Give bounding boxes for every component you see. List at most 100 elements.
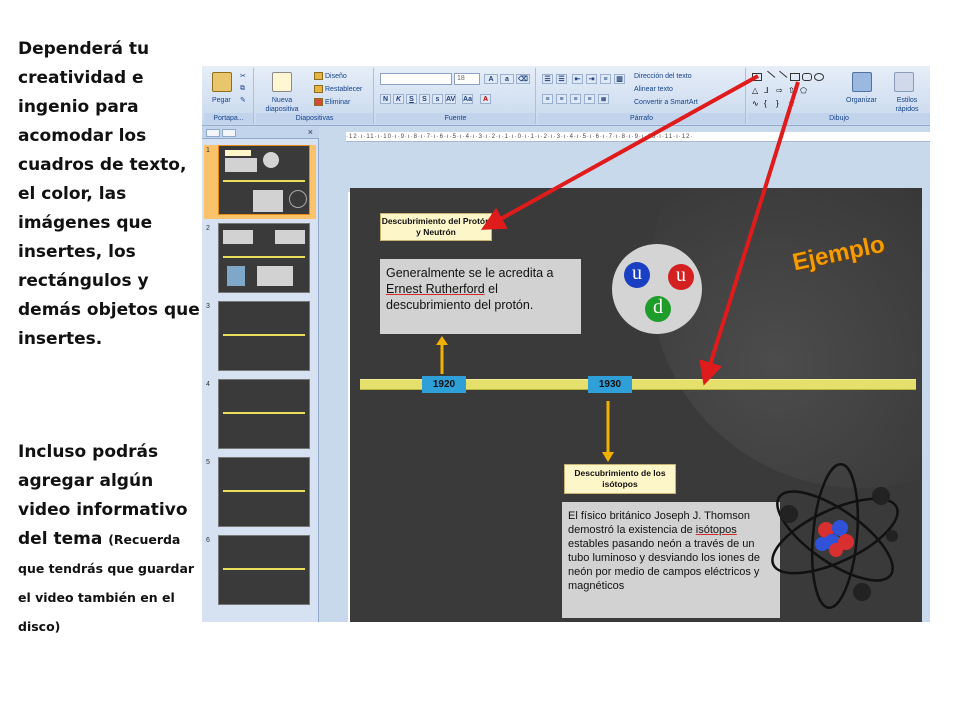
- ribbon-group-label-slides: Diapositivas: [256, 113, 373, 124]
- convert-smartart-button[interactable]: Convertir a SmartArt: [634, 98, 698, 107]
- thumbnail-timeline: [223, 334, 305, 336]
- decrease-indent-button[interactable]: ⇤: [572, 74, 583, 84]
- thumbnail-slide-3[interactable]: 3: [204, 301, 316, 375]
- arrange-icon[interactable]: [852, 72, 872, 92]
- year-box-1920[interactable]: 1920: [422, 376, 466, 393]
- star-shape-icon[interactable]: ☆: [788, 100, 798, 108]
- oval-shape-icon[interactable]: [814, 73, 824, 81]
- slides-tab[interactable]: [206, 129, 220, 137]
- atom-image[interactable]: [760, 456, 910, 616]
- thumbnail-timeline: [223, 490, 305, 492]
- ribbon-group-label-paragraph: Párrafo: [538, 113, 745, 124]
- horizontal-ruler[interactable]: ·12·ı·11·ı·10·ı·9·ı·8·ı·7·ı·6·ı·5·ı·4·ı·…: [346, 132, 930, 142]
- ribbon-group-paragraph: ☰ ☰ ⇤ ⇥ ≡ ▥ ≡ ≡ ≡ ≡ ≣ Dirección del text…: [538, 68, 746, 124]
- format-painter-icon[interactable]: ✎: [240, 96, 246, 105]
- thumbnail-number: 5: [206, 459, 210, 466]
- arrange-button[interactable]: Organizar: [846, 96, 877, 105]
- isotopes-link: isótopos: [695, 524, 737, 536]
- reset-label: Restablecer: [325, 86, 363, 93]
- instruction-text-1: Dependerá tu creatividad e ingenio para …: [18, 39, 200, 349]
- thumbnail-slide-2[interactable]: 2: [204, 223, 316, 297]
- thumbnail-slide-4[interactable]: 4: [204, 379, 316, 453]
- text-box-rutherford[interactable]: Generalmente se le acredita a Ernest Rut…: [380, 259, 581, 334]
- thumbnail-timeline: [223, 180, 305, 182]
- thumbnail-slide-6[interactable]: 6: [204, 535, 316, 609]
- up-quark-1: u: [624, 262, 650, 288]
- strikethrough-button[interactable]: S: [419, 94, 430, 104]
- numbering-button[interactable]: ☰: [556, 74, 567, 84]
- font-name-field[interactable]: [380, 73, 452, 85]
- thumbnail-number: 4: [206, 381, 210, 388]
- thumbnail-image: [218, 379, 310, 449]
- reset-button[interactable]: Restablecer: [314, 85, 362, 94]
- bold-button[interactable]: N: [380, 94, 391, 104]
- columns-button[interactable]: ▥: [614, 74, 625, 84]
- clear-format-button[interactable]: ⌫: [516, 74, 530, 84]
- brace-shape-icon[interactable]: {: [764, 100, 774, 108]
- bullets-button[interactable]: ☰: [542, 74, 553, 84]
- quick-styles-icon[interactable]: [894, 72, 914, 92]
- curve-shape-icon[interactable]: ∿: [752, 100, 762, 108]
- thumbnail-atom: [289, 190, 307, 208]
- thumbnail-slide-5[interactable]: 5: [204, 457, 316, 531]
- right-arrow-shape-icon[interactable]: ⇨: [776, 87, 786, 95]
- grow-font-button[interactable]: A: [484, 74, 498, 84]
- align-left-button[interactable]: ≡: [542, 94, 553, 104]
- up-arrow-shape-icon[interactable]: ⇧: [788, 87, 798, 95]
- justify-button[interactable]: ≡: [584, 94, 595, 104]
- thumbnail-box: [253, 190, 283, 212]
- thumbnail-timeline: [223, 412, 305, 414]
- font-color-button[interactable]: A: [480, 94, 491, 104]
- instruction-text-2: Incluso podrás agregar algún video infor…: [18, 438, 203, 641]
- title-box-proton-neutron[interactable]: Descubrimiento del Protón y Neutrón: [380, 213, 492, 241]
- font-size-field[interactable]: 18: [454, 73, 480, 85]
- thumbnail-image: [218, 535, 310, 605]
- ribbon-group-label-font: Fuente: [376, 113, 535, 124]
- text-direction-button[interactable]: Dirección del texto: [634, 72, 692, 81]
- align-center-button[interactable]: ≡: [556, 94, 567, 104]
- distribute-button[interactable]: ≣: [598, 94, 609, 104]
- align-right-button[interactable]: ≡: [570, 94, 581, 104]
- quarks-diagram: u u d: [612, 244, 702, 334]
- arrow-shape-icon[interactable]: [774, 70, 788, 84]
- line-shape-icon[interactable]: [762, 70, 776, 84]
- new-slide-button[interactable]: Nueva diapositiva: [262, 96, 302, 114]
- align-text-button[interactable]: Alinear texto: [634, 85, 673, 94]
- slide-canvas[interactable]: Descubrimiento del Protón y Neutrón Gene…: [350, 188, 922, 622]
- text-box-thomson[interactable]: El físico británico Joseph J. Thomson de…: [562, 502, 780, 618]
- elbow-shape-icon[interactable]: ⅃: [764, 87, 774, 95]
- shrink-font-button[interactable]: a: [500, 74, 514, 84]
- thumbnail-timeline: [223, 256, 305, 258]
- underline-button[interactable]: S: [406, 94, 417, 104]
- pentagon-shape-icon[interactable]: ⬠: [800, 87, 810, 95]
- rutherford-text-prefix: Generalmente se le acredita a: [386, 266, 554, 280]
- brace-right-shape-icon[interactable]: }: [776, 100, 786, 108]
- layout-label: Diseño: [325, 73, 347, 80]
- outline-tab[interactable]: [222, 129, 236, 137]
- new-slide-icon[interactable]: [272, 72, 292, 92]
- delete-slide-button[interactable]: Eliminar: [314, 98, 350, 107]
- thumbnail-number: 3: [206, 303, 210, 310]
- thumbnail-slide-1[interactable]: 1: [204, 145, 316, 219]
- quick-styles-button[interactable]: Estilos rápidos: [888, 96, 926, 114]
- rectangle-shape-icon[interactable]: [790, 73, 800, 81]
- cut-icon[interactable]: ✂: [240, 72, 246, 81]
- textbox-shape-icon[interactable]: [752, 73, 762, 81]
- year-box-1930[interactable]: 1930: [588, 376, 632, 393]
- rounded-rect-shape-icon[interactable]: [802, 73, 812, 81]
- close-icon[interactable]: ×: [308, 127, 313, 137]
- title-box-isotopes[interactable]: Descubrimiento de los isótopos: [564, 464, 676, 494]
- layout-button[interactable]: Diseño: [314, 72, 347, 81]
- powerpoint-window: Pegar ✂ ⧉ ✎ Portapa... Nueva diapositiva…: [202, 66, 930, 622]
- change-case-button[interactable]: Aa: [462, 94, 473, 104]
- line-spacing-button[interactable]: ≡: [600, 74, 611, 84]
- paste-button[interactable]: Pegar: [212, 96, 231, 105]
- italic-button[interactable]: K: [393, 94, 404, 104]
- spacing-button[interactable]: AV: [445, 94, 456, 104]
- paste-icon[interactable]: [212, 72, 232, 92]
- increase-indent-button[interactable]: ⇥: [586, 74, 597, 84]
- triangle-shape-icon[interactable]: △: [752, 87, 762, 95]
- copy-icon[interactable]: ⧉: [240, 84, 245, 93]
- thumbnail-quarks: [263, 152, 279, 168]
- shadow-button[interactable]: s: [432, 94, 443, 104]
